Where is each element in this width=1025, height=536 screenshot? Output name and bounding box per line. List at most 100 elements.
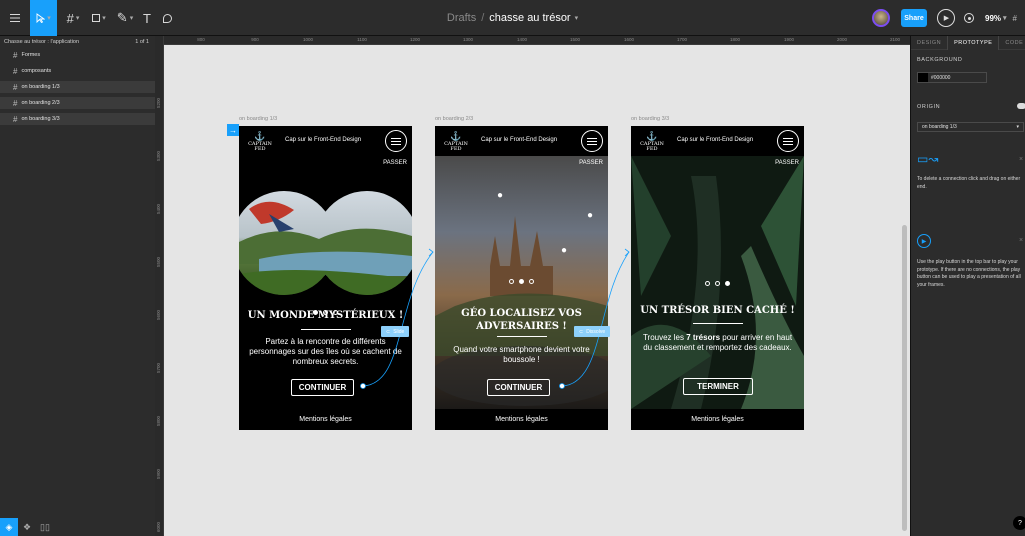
page-selector[interactable]: Chasse au trésor : l'application 1 of 1 [0,36,155,48]
library-tab-icon[interactable]: ▯▯ [36,518,54,536]
top-toolbar: ▾ # ▾ ▾ ✎ ▾ T Drafts / chasse au trésor ▾ … [0,0,1025,36]
page-dot[interactable] [529,279,534,284]
slide-text: Quand votre smartphone devient votre bou… [453,345,590,364]
page-dot[interactable] [725,281,730,286]
footer-legal-link[interactable]: Mentions légales [631,409,804,430]
close-icon[interactable]: × [1019,156,1023,163]
ruler-tick: 1900 [783,37,795,42]
continue-button[interactable]: CONTINUER [487,379,550,396]
frame-icon[interactable]: # [1013,14,1017,23]
components-tab-icon[interactable]: ❖ [18,518,36,536]
ruler-tick: 5700 [156,362,161,373]
tab-design[interactable]: DESIGN [911,36,947,50]
map-pin-icon: ● [497,190,504,201]
background-color-value[interactable]: #000000 [931,75,950,81]
comment-tool-button[interactable] [158,0,176,36]
text-highlight: 7 trésors [686,333,721,342]
background-color-field[interactable]: #000000 [917,72,987,83]
chevron-down-icon[interactable]: ▾ [575,14,579,22]
layer-item-onboarding-3[interactable]: # on boarding 3/3 [0,113,155,125]
help-button[interactable]: ? [1013,516,1025,530]
slide-title: UN MONDE MYSTÉRIEUX ! [247,310,404,321]
pen-tool-button[interactable]: ✎ ▾ [112,0,138,36]
footer-legal-link[interactable]: Mentions légales [239,409,412,430]
layers-tab-icon[interactable]: ◈ [0,518,18,536]
page-dot[interactable] [519,279,524,284]
menu-icon[interactable] [581,130,603,152]
tagline: Cap sur le Front-End Design [481,137,558,143]
menu-icon[interactable] [385,130,407,152]
origin-toggle[interactable] [1017,103,1025,109]
layer-item-formes[interactable]: # Formes [0,49,155,61]
finish-button[interactable]: TERMINER [683,378,753,395]
frame-onboarding-1[interactable]: ⚓ CAPTAIN FED Cap sur le Front-End Desig… [239,126,412,430]
divider [693,323,743,324]
layer-label: composants [21,68,52,74]
comment-icon [162,13,172,23]
eye-icon[interactable] [964,13,974,23]
frame-label-2[interactable]: on boarding 2/3 [435,116,473,122]
chevron-down-icon: ▾ [1016,124,1019,130]
frame-label-1[interactable]: on boarding 1/3 [239,116,277,122]
share-button[interactable]: Share [901,9,927,27]
move-tool-button[interactable]: ▾ [30,0,57,36]
page-dot[interactable] [705,281,710,286]
frame-icon: # [13,50,18,60]
connection-tag-label: Dissolve [586,328,606,335]
zoom-menu[interactable]: 99% ▾ # [985,0,1017,36]
text-part: Trouvez les [642,333,687,342]
skip-link[interactable]: PASSER [383,160,407,166]
tagline: Cap sur le Front-End Design [285,137,362,143]
continue-button[interactable]: CONTINUER [291,379,354,396]
page-dot[interactable] [715,281,720,286]
ruler-tick: 2000 [836,37,848,42]
footer-legal-link[interactable]: Mentions légales [435,409,608,430]
flow-start-arrow-icon[interactable]: → [227,124,239,136]
menu-icon[interactable] [777,130,799,152]
page-dot[interactable] [509,279,514,284]
link-icon: ⊂ [386,328,391,335]
ruler-tick: 900 [251,37,259,42]
tab-prototype[interactable]: PROTOTYPE [947,36,1000,50]
user-avatar[interactable] [872,9,890,27]
layer-label: Formes [21,52,41,58]
frame-icon: # [13,82,18,92]
frame-icon: # [13,114,18,124]
file-name[interactable]: chasse au trésor [489,12,570,24]
ruler-tick: 5200 [156,97,161,108]
properties-tabs: DESIGN PROTOTYPE CODE [911,36,1025,50]
ruler-tick: 5300 [156,150,161,161]
pagination-dots [435,279,608,284]
present-play-button[interactable]: ▶ [937,9,955,27]
frame-tool-button[interactable]: # ▾ [60,0,86,36]
layer-item-onboarding-1[interactable]: # on boarding 1/3 [0,81,155,93]
captain-fed-logo: ⚓ CAPTAIN FED [639,133,665,158]
close-icon[interactable]: × [1019,237,1023,244]
map-pin-icon: ● [561,245,568,256]
ruler-tick: 1000 [302,37,314,42]
skip-link[interactable]: PASSER [579,160,603,166]
skip-link[interactable]: PASSER [775,160,799,166]
breadcrumb-drafts[interactable]: Drafts [447,12,476,24]
layer-item-composants[interactable]: # composants [0,65,155,77]
frame-onboarding-3[interactable]: ⚓ CAPTAIN FED Cap sur le Front-End Desig… [631,126,804,430]
layer-item-onboarding-2[interactable]: # on boarding 2/3 [0,97,155,109]
pagination-dots [631,281,804,286]
divider [301,329,351,330]
connection-hint-text: To delete a connection click and drag on… [917,176,1021,190]
frame-onboarding-2[interactable]: ⚓ CAPTAIN FED Cap sur le Front-End Desig… [435,126,608,430]
text-tool-button[interactable]: T [138,0,156,36]
ruler-tick: 1300 [462,37,474,42]
tagline: Cap sur le Front-End Design [677,137,754,143]
connection-tag-dissolve[interactable]: ⊂ Dissolve [574,326,611,337]
frame-label-3[interactable]: on boarding 3/3 [631,116,669,122]
hamburger-icon[interactable] [0,0,30,36]
origin-select[interactable]: on boarding 1/3 ▾ [917,122,1024,132]
shape-tool-button[interactable]: ▾ [86,0,112,36]
tab-code[interactable]: CODE [999,36,1025,50]
color-swatch[interactable] [918,73,928,82]
link-icon: ⊂ [579,328,584,335]
canvas-scrollbar[interactable] [902,225,907,531]
layer-label: on boarding 1/3 [21,84,60,90]
connection-tag-slide[interactable]: ⊂ Slide [381,326,410,337]
